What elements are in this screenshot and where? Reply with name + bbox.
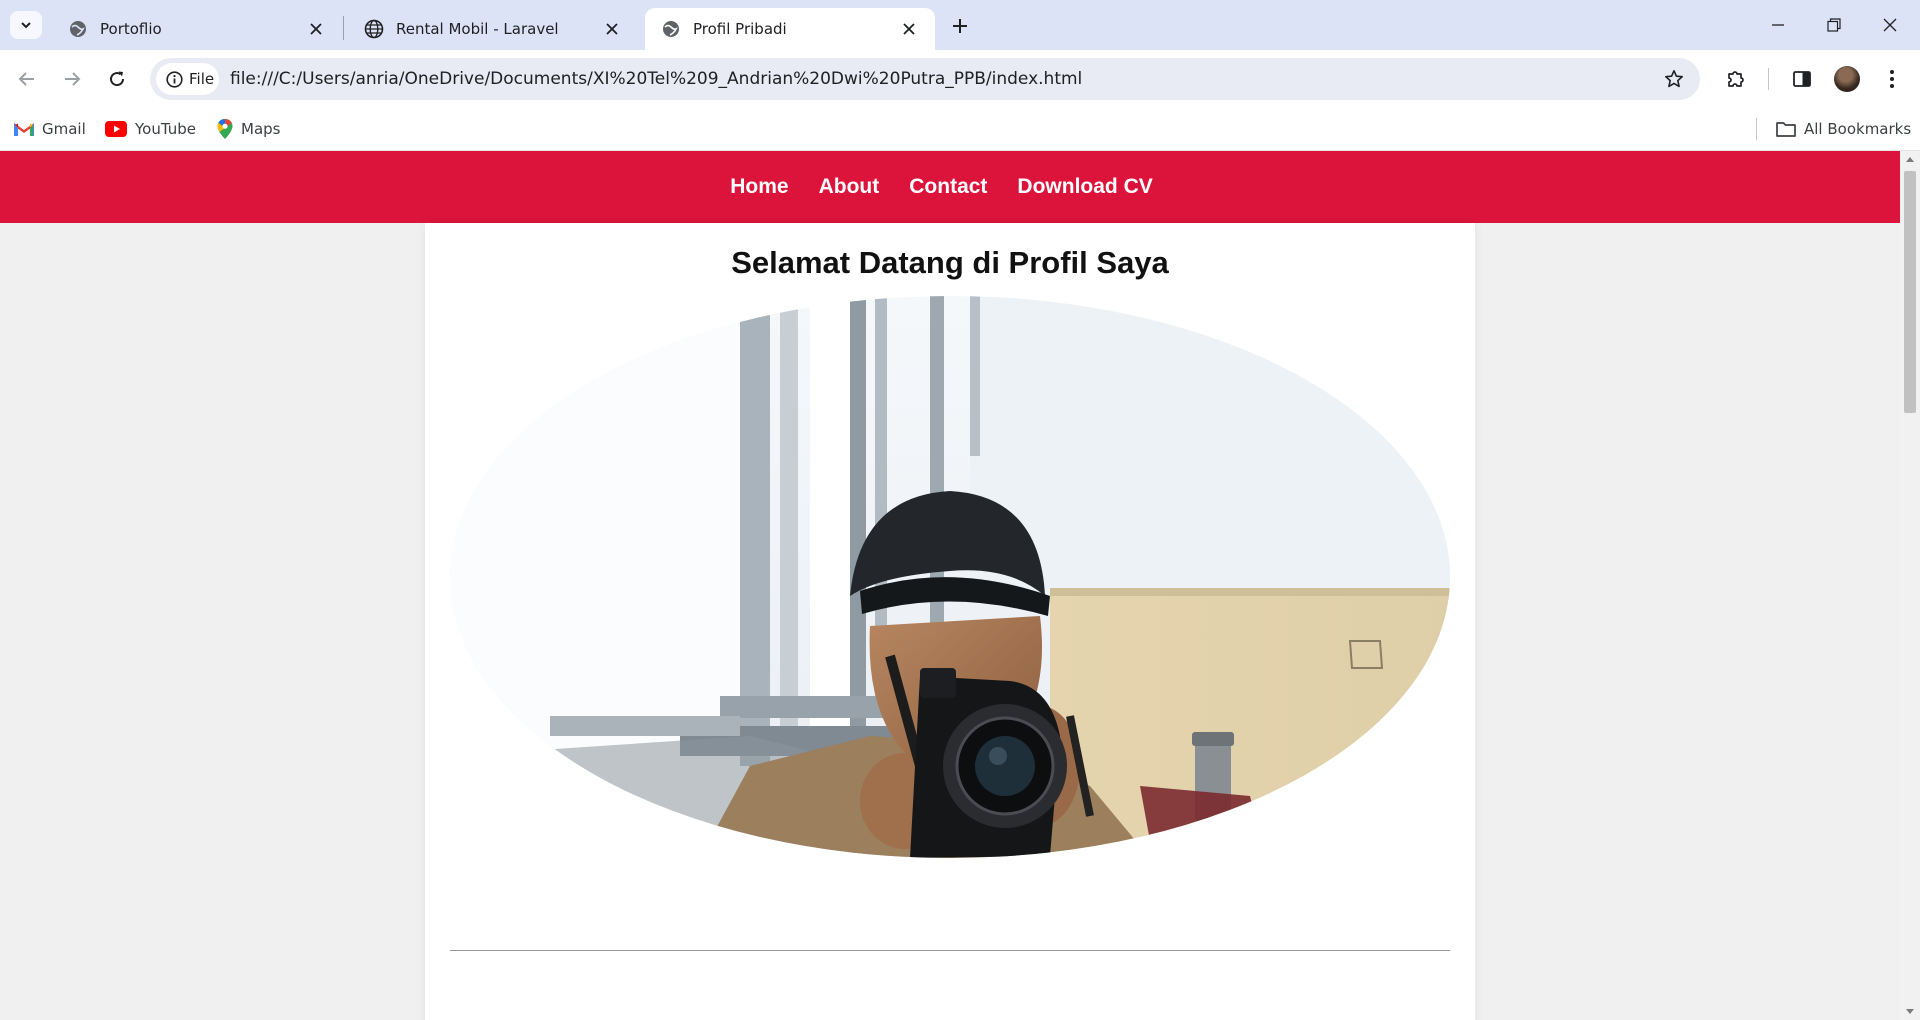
bookmark-label: YouTube bbox=[135, 120, 196, 138]
reload-button[interactable] bbox=[100, 62, 134, 96]
tab-search-button[interactable] bbox=[10, 11, 42, 39]
forward-button[interactable] bbox=[55, 62, 89, 96]
scroll-down-arrow-icon[interactable] bbox=[1900, 1004, 1920, 1020]
star-icon bbox=[1665, 70, 1683, 88]
bookmarks-divider bbox=[1756, 118, 1757, 140]
puzzle-icon bbox=[1728, 71, 1744, 87]
profile-container: Selamat Datang di Profil Saya bbox=[425, 223, 1475, 1020]
restore-button[interactable] bbox=[1806, 0, 1862, 50]
avatar bbox=[1834, 66, 1860, 92]
arrow-left-icon bbox=[18, 72, 34, 86]
bookmark-label: Gmail bbox=[42, 120, 86, 138]
side-panel-icon bbox=[1793, 71, 1811, 87]
profile-avatar-button[interactable] bbox=[1830, 62, 1864, 96]
minimize-button[interactable] bbox=[1750, 0, 1806, 50]
folder-icon bbox=[1776, 121, 1796, 137]
all-bookmarks-label: All Bookmarks bbox=[1804, 120, 1912, 138]
close-icon[interactable] bbox=[302, 15, 330, 43]
extensions-button[interactable] bbox=[1719, 62, 1753, 96]
page-title: Selamat Datang di Profil Saya bbox=[731, 245, 1169, 280]
close-icon bbox=[1883, 18, 1897, 32]
minimize-icon bbox=[1772, 24, 1784, 26]
all-bookmarks-button[interactable]: All Bookmarks bbox=[1776, 116, 1911, 142]
tab-title: Portoflio bbox=[100, 20, 162, 38]
browser-toolbar: File file:///C:/Users/anria/OneDrive/Doc… bbox=[0, 50, 1920, 108]
restore-icon bbox=[1827, 18, 1841, 32]
arrow-right-icon bbox=[65, 72, 81, 86]
new-tab-button[interactable] bbox=[944, 10, 976, 42]
maps-icon bbox=[217, 119, 233, 139]
chevron-down-icon bbox=[21, 22, 31, 29]
scrollbar-thumb[interactable] bbox=[1904, 171, 1916, 413]
page-scrollbar[interactable] bbox=[1900, 151, 1920, 1020]
side-panel-button[interactable] bbox=[1785, 62, 1819, 96]
section-divider bbox=[450, 950, 1450, 951]
url-text[interactable]: file:///C:/Users/anria/OneDrive/Document… bbox=[230, 58, 1082, 100]
kebab-menu-icon bbox=[1890, 70, 1894, 88]
site-chip-label: File bbox=[189, 70, 215, 88]
close-icon[interactable] bbox=[895, 15, 923, 43]
site-info-chip[interactable]: File bbox=[156, 63, 219, 95]
reload-icon bbox=[110, 71, 125, 87]
close-window-button[interactable] bbox=[1862, 0, 1918, 50]
page-viewport: Home About Contact Download CV Selamat D… bbox=[0, 151, 1900, 1020]
tab-strip: Portoflio Rental Mobil - Laravel Profil … bbox=[0, 0, 1920, 50]
tab-title: Rental Mobil - Laravel bbox=[396, 20, 559, 38]
globe-dark-icon bbox=[68, 19, 88, 39]
back-button[interactable] bbox=[10, 62, 44, 96]
bookmark-maps[interactable]: Maps bbox=[217, 116, 280, 142]
tab-rental-mobil[interactable]: Rental Mobil - Laravel bbox=[348, 8, 638, 50]
tab-title: Profil Pribadi bbox=[693, 20, 787, 38]
youtube-icon bbox=[105, 121, 127, 137]
nav-about[interactable]: About bbox=[819, 175, 880, 199]
nav-contact[interactable]: Contact bbox=[909, 175, 987, 199]
close-icon[interactable] bbox=[598, 15, 626, 43]
tab-profil-pribadi[interactable]: Profil Pribadi bbox=[645, 8, 935, 50]
bookmark-youtube[interactable]: YouTube bbox=[105, 116, 196, 142]
nav-home[interactable]: Home bbox=[730, 175, 788, 199]
bookmark-star-button[interactable] bbox=[1658, 63, 1690, 95]
site-navbar: Home About Contact Download CV bbox=[0, 151, 1900, 223]
bookmarks-bar: Gmail YouTube Maps All Bookmarks bbox=[0, 108, 1920, 151]
nav-download-cv[interactable]: Download CV bbox=[1017, 175, 1152, 199]
bookmark-gmail[interactable]: Gmail bbox=[14, 116, 86, 142]
address-bar[interactable]: File file:///C:/Users/anria/OneDrive/Doc… bbox=[150, 58, 1700, 100]
globe-icon bbox=[364, 19, 384, 39]
browser-menu-button[interactable] bbox=[1875, 62, 1909, 96]
tab-divider bbox=[343, 16, 344, 40]
toolbar-divider bbox=[1768, 68, 1769, 90]
bookmark-label: Maps bbox=[241, 120, 281, 138]
gmail-icon bbox=[14, 122, 34, 137]
plus-icon bbox=[953, 19, 967, 33]
tab-portfolio[interactable]: Portoflio bbox=[52, 8, 342, 50]
profile-photo bbox=[450, 296, 1450, 858]
info-icon bbox=[166, 70, 183, 88]
globe-dark-icon bbox=[661, 19, 681, 39]
scroll-up-arrow-icon[interactable] bbox=[1900, 151, 1920, 167]
